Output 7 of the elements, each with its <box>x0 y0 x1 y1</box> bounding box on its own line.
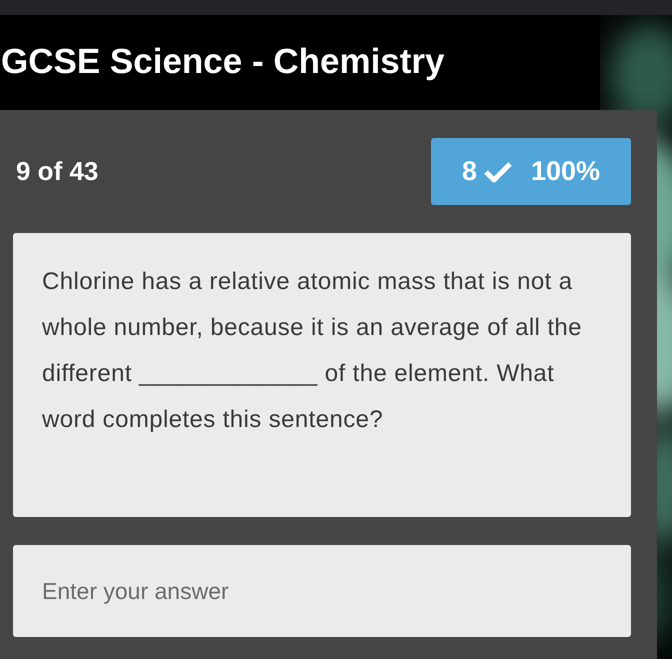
question-text: Chlorine has a relative atomic mass that is not a whole number, because it is an average of all the different _____________ of the element. What word completes this sentence? <box>42 267 583 435</box>
page-title: GCSE Science - Chemistry <box>0 41 444 84</box>
score-percent: 100% <box>530 155 600 188</box>
answer-field[interactable]: Enter your answer <box>13 545 631 637</box>
correct-count: 8 <box>462 155 477 188</box>
question-counter: 9 of 43 <box>15 155 98 188</box>
checkmark-icon <box>482 160 513 184</box>
